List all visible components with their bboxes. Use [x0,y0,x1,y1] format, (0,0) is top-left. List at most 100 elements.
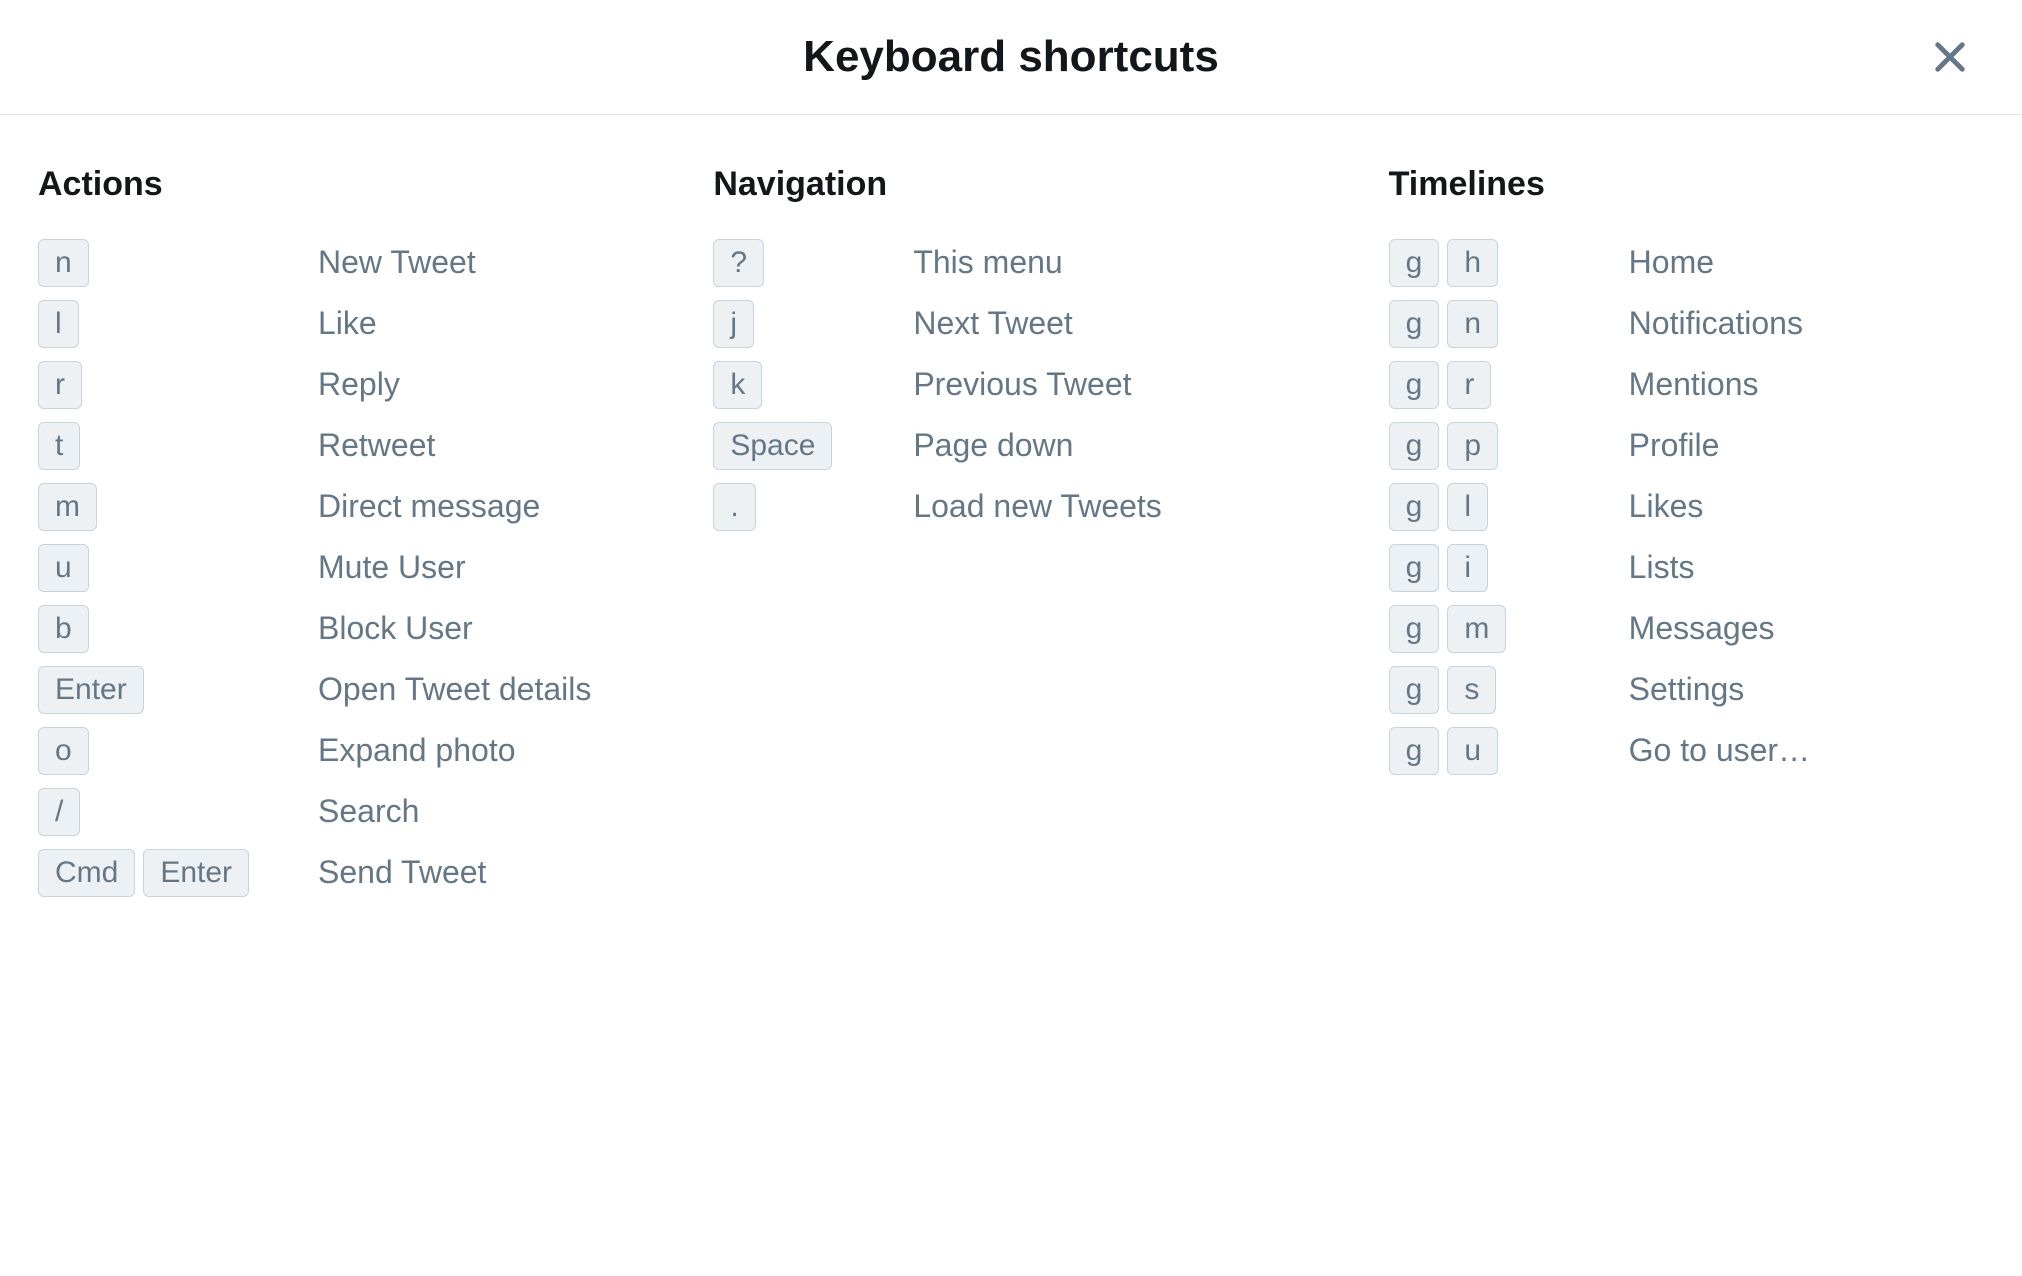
shortcut-row: r Reply [38,354,633,415]
shortcut-row: g r Mentions [1389,354,1984,415]
key: Space [713,422,832,470]
key: l [1447,483,1488,531]
key: i [1447,544,1488,592]
shortcut-keys: k [713,361,913,409]
modal-header: Keyboard shortcuts [0,0,2022,115]
shortcut-row: Enter Open Tweet details [38,659,633,720]
key: n [38,239,89,287]
shortcut-keys: g s [1389,666,1629,714]
key: m [1447,605,1506,653]
key: g [1389,727,1440,775]
shortcut-keys: g u [1389,727,1629,775]
shortcut-desc: Profile [1629,427,1720,464]
shortcut-desc: Load new Tweets [913,488,1161,525]
shortcut-row: m Direct message [38,476,633,537]
shortcut-row: g h Home [1389,232,1984,293]
key: r [1447,361,1491,409]
shortcut-row: g n Notifications [1389,293,1984,354]
key: u [38,544,89,592]
shortcut-desc: Lists [1629,549,1695,586]
key: l [38,300,79,348]
close-icon [1929,36,1971,78]
shortcut-row: l Like [38,293,633,354]
shortcut-keys: m [38,483,318,531]
close-button[interactable] [1926,33,1974,81]
key: r [38,361,82,409]
shortcut-row: ? This menu [713,232,1308,293]
shortcut-row: o Expand photo [38,720,633,781]
shortcut-keys: l [38,300,318,348]
key: h [1447,239,1498,287]
section-heading: Navigation [713,165,1308,204]
shortcut-desc: Mentions [1629,366,1759,403]
shortcut-keys: g m [1389,605,1629,653]
key: . [713,483,755,531]
key: ? [713,239,764,287]
key: g [1389,544,1440,592]
shortcut-keys: t [38,422,318,470]
shortcut-keys: u [38,544,318,592]
section-timelines: Timelines g h Home g n Notifications g r [1389,165,1984,903]
key: p [1447,422,1498,470]
key: m [38,483,97,531]
shortcut-row: Cmd Enter Send Tweet [38,842,633,903]
key: g [1389,239,1440,287]
shortcut-desc: Messages [1629,610,1775,647]
shortcut-row: g l Likes [1389,476,1984,537]
shortcut-keys: ? [713,239,913,287]
shortcut-row: u Mute User [38,537,633,598]
key: t [38,422,80,470]
key: Enter [143,849,249,897]
shortcut-desc: Send Tweet [318,854,486,891]
key: g [1389,666,1440,714]
key: Enter [38,666,144,714]
shortcut-desc: This menu [913,244,1062,281]
shortcut-desc: Home [1629,244,1714,281]
shortcut-desc: Mute User [318,549,466,586]
section-navigation: Navigation ? This menu j Next Tweet k Pr… [713,165,1308,903]
shortcut-keys: o [38,727,318,775]
shortcut-desc: Reply [318,366,400,403]
shortcut-keys: n [38,239,318,287]
key: b [38,605,89,653]
key: o [38,727,89,775]
shortcut-row: g i Lists [1389,537,1984,598]
shortcut-keys: b [38,605,318,653]
shortcut-desc: Like [318,305,377,342]
shortcut-row: j Next Tweet [713,293,1308,354]
shortcut-row: g u Go to user… [1389,720,1984,781]
shortcut-keys: . [713,483,913,531]
key: j [713,300,754,348]
shortcut-desc: Likes [1629,488,1704,525]
shortcut-desc: Open Tweet details [318,671,591,708]
modal-title: Keyboard shortcuts [40,32,1982,82]
shortcut-keys: g n [1389,300,1629,348]
key: g [1389,361,1440,409]
section-heading: Actions [38,165,633,204]
shortcut-desc: Search [318,793,419,830]
shortcut-keys: j [713,300,913,348]
key: / [38,788,80,836]
shortcut-keys: / [38,788,318,836]
section-actions: Actions n New Tweet l Like r Reply t Ret… [38,165,633,903]
key: s [1447,666,1496,714]
shortcut-row: . Load new Tweets [713,476,1308,537]
shortcut-row: g p Profile [1389,415,1984,476]
shortcut-desc: New Tweet [318,244,476,281]
shortcut-keys: g i [1389,544,1629,592]
shortcut-desc: Direct message [318,488,540,525]
shortcut-row: b Block User [38,598,633,659]
shortcut-desc: Previous Tweet [913,366,1131,403]
modal-body: Actions n New Tweet l Like r Reply t Ret… [0,115,2022,953]
shortcut-keys: g p [1389,422,1629,470]
shortcut-desc: Expand photo [318,732,516,769]
key: u [1447,727,1498,775]
shortcut-keys: g h [1389,239,1629,287]
shortcut-desc: Settings [1629,671,1745,708]
key: k [713,361,762,409]
shortcut-row: Space Page down [713,415,1308,476]
shortcut-desc: Page down [913,427,1073,464]
shortcut-desc: Retweet [318,427,435,464]
shortcut-row: g m Messages [1389,598,1984,659]
shortcut-row: t Retweet [38,415,633,476]
